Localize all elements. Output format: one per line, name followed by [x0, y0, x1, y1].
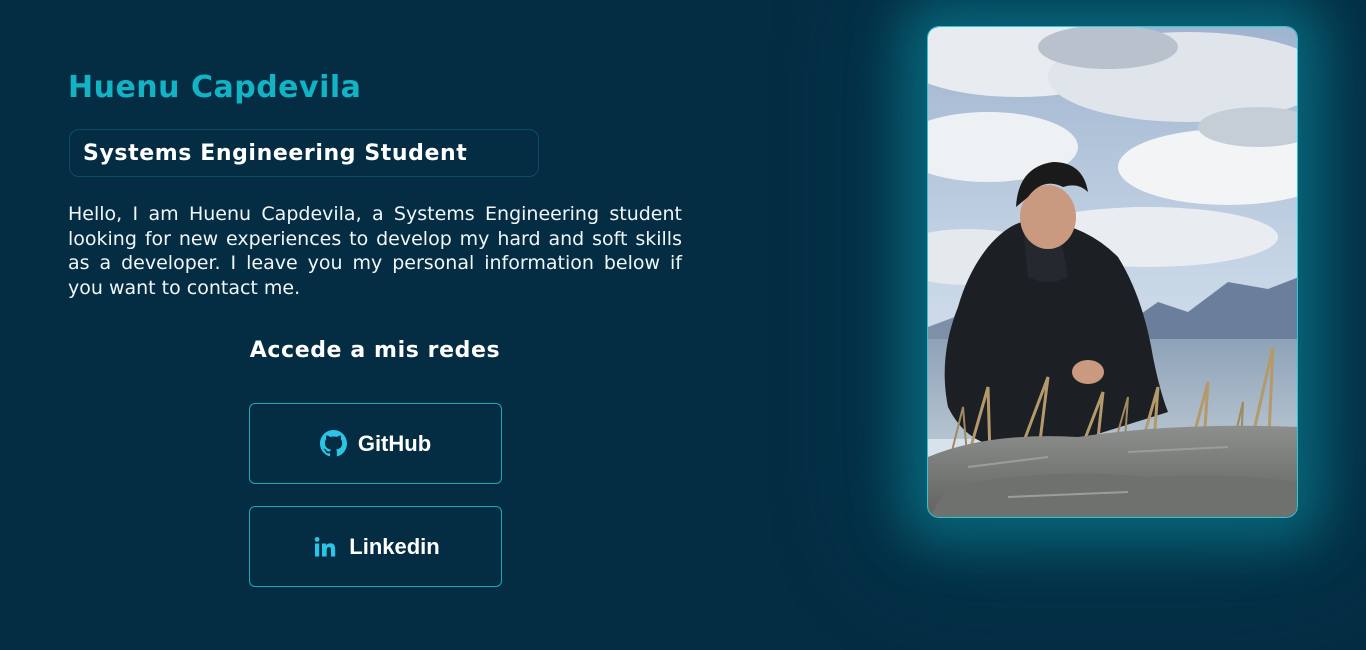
page-title: Huenu Capdevila [68, 70, 362, 105]
linkedin-icon [311, 533, 338, 560]
role-badge: Systems Engineering Student [69, 129, 539, 177]
github-icon [319, 430, 347, 457]
portfolio-page: Huenu Capdevila Systems Engineering Stud… [0, 0, 1366, 650]
profile-photo [927, 26, 1298, 518]
role-label: Systems Engineering Student [83, 140, 468, 166]
bio-paragraph: Hello, I am Huenu Capdevila, a Systems E… [68, 203, 682, 299]
linkedin-button-label: Linkedin [349, 533, 440, 559]
github-button[interactable]: GitHub [249, 403, 502, 484]
linkedin-button[interactable]: Linkedin [249, 506, 502, 587]
socials-heading: Accede a mis redes [249, 338, 501, 363]
github-button-label: GitHub [357, 430, 432, 456]
